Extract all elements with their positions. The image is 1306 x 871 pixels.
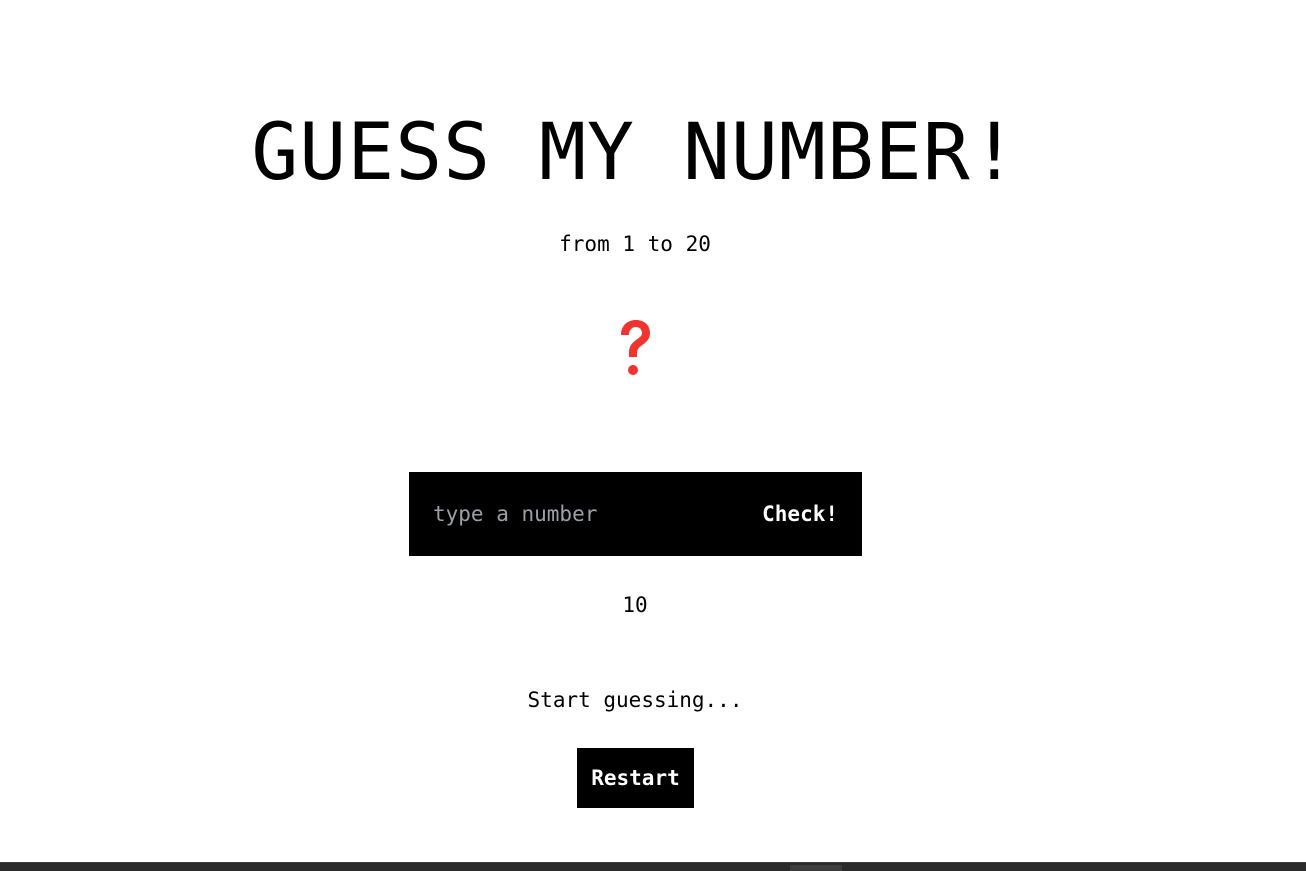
check-button[interactable]: Check! <box>762 502 838 526</box>
page-title: GUESS MY NUMBER! <box>251 108 1019 198</box>
status-message: Start guessing... <box>527 688 743 712</box>
question-mark-icon <box>621 320 650 375</box>
range-text: from 1 to 20 <box>559 232 711 256</box>
taskbar <box>0 862 1306 871</box>
secret-number-display <box>0 318 1270 384</box>
game-page: GUESS MY NUMBER! from 1 to 20 Check! 10 … <box>0 0 1306 862</box>
guess-input[interactable] <box>433 502 673 526</box>
taskbar-tab[interactable] <box>790 865 842 871</box>
score-value: 10 <box>622 593 648 617</box>
restart-button[interactable]: Restart <box>577 748 694 808</box>
guess-bar: Check! <box>409 472 862 556</box>
